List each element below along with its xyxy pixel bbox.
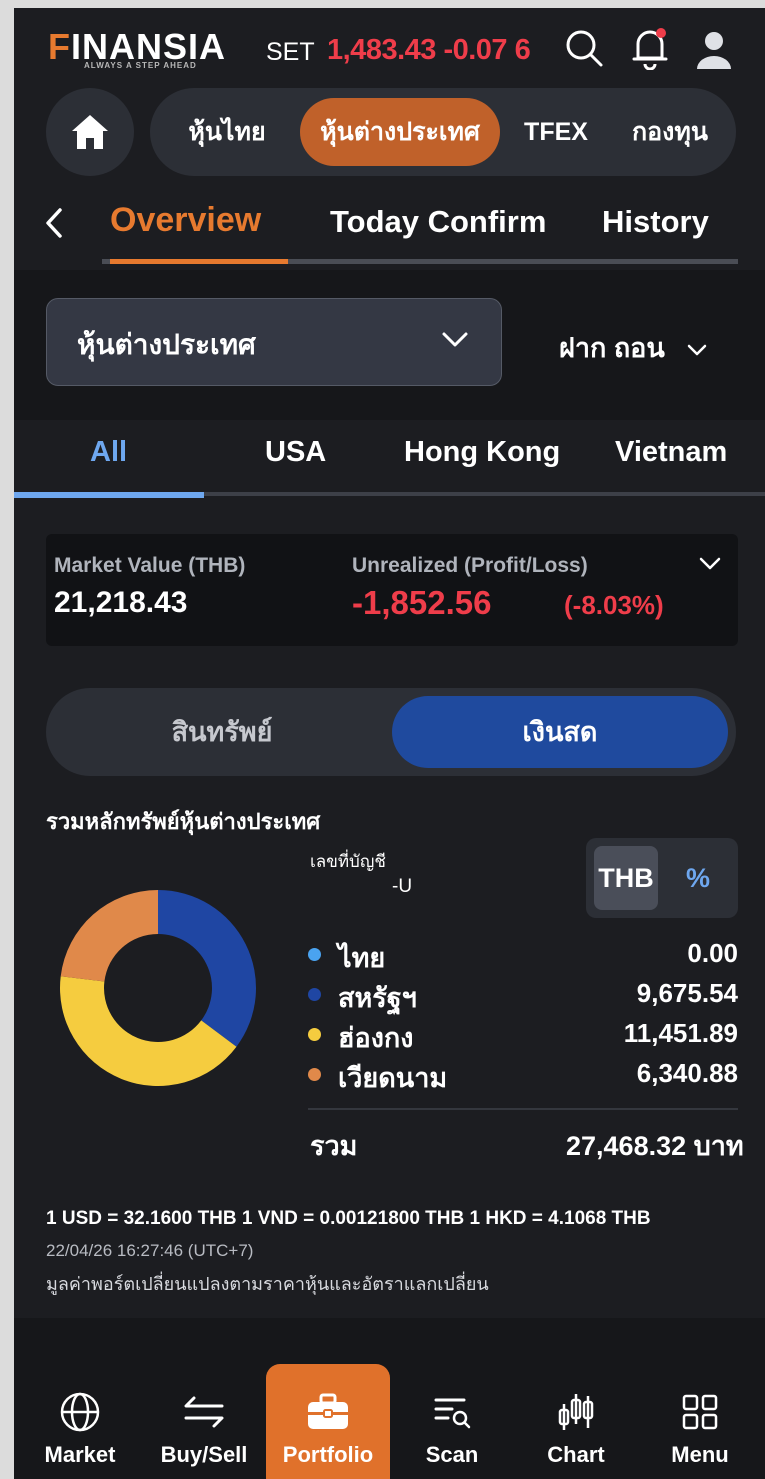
legend-color-dot <box>308 988 321 1001</box>
tab-tfex[interactable]: TFEX <box>512 98 600 166</box>
briefcase-icon <box>308 1393 348 1429</box>
expand-chevron-icon[interactable] <box>698 556 722 572</box>
unrealized-label: Unrealized (Profit/Loss) <box>352 554 588 577</box>
candlestick-icon <box>558 1394 594 1430</box>
chevron-down-icon <box>688 344 707 356</box>
nav-chart[interactable]: Chart <box>514 1376 638 1479</box>
nav-scan[interactable]: Scan <box>390 1376 514 1479</box>
legend-label: ฮ่องกง <box>338 1023 414 1053</box>
assets-option[interactable]: สินทรัพย์ <box>54 696 390 768</box>
nav-menu[interactable]: Menu <box>638 1376 762 1479</box>
legend-value: 6,340.88 <box>636 1058 738 1088</box>
legend-color-dot <box>308 1028 321 1041</box>
index-label: SET <box>266 38 315 66</box>
legend-divider <box>308 1108 738 1110</box>
account-number-value: -U <box>392 876 413 897</box>
tab-funds[interactable]: กองทุน <box>620 98 720 166</box>
bottom-navigation: Market Buy/Sell Portfolio Scan Chart Men… <box>14 1318 765 1479</box>
region-tab-all[interactable]: All <box>90 436 127 469</box>
valuation-note: มูลค่าพอร์ตเปลี่ยนแปลงตามราคาหุ้นและอัตร… <box>46 1274 489 1294</box>
unit-percent-option[interactable]: % <box>666 846 730 910</box>
back-button[interactable] <box>44 203 74 243</box>
account-number-label: เลขที่บัญชี <box>310 852 386 871</box>
portfolio-title: รวมหลักทรัพย์หุ้นต่างประเทศ <box>46 809 321 834</box>
home-icon <box>72 115 108 149</box>
unrealized-percent: (-8.03%) <box>564 590 664 620</box>
legend-color-dot <box>308 948 321 961</box>
region-tab-hong-kong[interactable]: Hong Kong <box>404 436 560 469</box>
donut-slice-1 <box>158 890 256 1047</box>
donut-slice-2 <box>59 976 237 1086</box>
allocation-donut-chart <box>59 890 256 1086</box>
nav-portfolio[interactable]: Portfolio <box>266 1364 390 1479</box>
region-tab-underline-active <box>14 492 204 498</box>
legend-item: ฮ่องกง 11,451.89 <box>308 1016 738 1053</box>
account-type-dropdown[interactable]: หุ้นต่างประเทศ <box>46 298 502 386</box>
deposit-withdraw-label: ฝาก ถอน <box>559 333 665 363</box>
top-bar: FINANSIA ALWAYS A STEP AHEAD SET 1,483.4… <box>14 8 765 80</box>
total-label: รวม <box>310 1131 358 1161</box>
tab-overview[interactable]: Overview <box>110 201 261 240</box>
region-tab-usa[interactable]: USA <box>265 436 326 469</box>
nav-market-label: Market <box>44 1442 116 1467</box>
chevron-down-icon <box>442 332 468 347</box>
deposit-withdraw-button[interactable]: ฝาก ถอน <box>559 326 708 369</box>
search-icon[interactable] <box>562 26 606 70</box>
grid-icon <box>682 1394 718 1430</box>
unrealized-value: -1,852.56 <box>352 584 492 621</box>
total-value: 27,468.32 บาท <box>566 1131 744 1161</box>
asset-cash-toggle: สินทรัพย์ เงินสด <box>46 688 736 776</box>
legend-label: สหรัฐฯ <box>338 983 417 1013</box>
tab-thai-stocks[interactable]: หุ้นไทย <box>172 98 282 166</box>
legend-label: เวียดนาม <box>338 1063 448 1093</box>
index-value: 1,483.43 -0.07 6 <box>327 34 531 66</box>
summary-card: Market Value (THB) 21,218.43 Unrealized … <box>46 534 738 646</box>
tab-foreign-stocks[interactable]: หุ้นต่างประเทศ <box>300 98 500 166</box>
legend-value: 11,451.89 <box>623 1018 738 1048</box>
chevron-left-icon <box>46 208 62 238</box>
legend-value: 9,675.54 <box>636 978 738 1008</box>
account-type-label: หุ้นต่างประเทศ <box>77 329 256 360</box>
fx-rates: 1 USD = 32.1600 THB 1 VND = 0.00121800 T… <box>46 1208 651 1229</box>
logo-tagline: ALWAYS A STEP AHEAD <box>84 61 197 70</box>
unit-toggle: THB % <box>586 838 738 918</box>
home-button[interactable] <box>46 88 134 176</box>
market-value-label: Market Value (THB) <box>54 554 246 577</box>
legend-value: 0.00 <box>687 938 738 968</box>
nav-chart-label: Chart <box>547 1442 605 1467</box>
globe-icon <box>60 1392 100 1432</box>
bell-icon[interactable] <box>628 24 672 72</box>
nav-market[interactable]: Market <box>18 1376 142 1479</box>
legend-item: ไทย 0.00 <box>308 936 738 973</box>
scan-list-icon <box>434 1398 471 1429</box>
legend-color-dot <box>308 1068 321 1081</box>
nav-buy-sell[interactable]: Buy/Sell <box>142 1376 266 1479</box>
nav-scan-label: Scan <box>425 1442 479 1467</box>
market-value: 21,218.43 <box>54 586 188 619</box>
nav-portfolio-label: Portfolio <box>282 1442 374 1467</box>
nav-menu-label: Menu <box>671 1442 729 1467</box>
tab-history[interactable]: History <box>602 204 709 240</box>
nav-buy-sell-label: Buy/Sell <box>160 1442 248 1467</box>
legend-item: สหรัฐฯ 9,675.54 <box>308 976 738 1013</box>
region-tab-vietnam[interactable]: Vietnam <box>615 436 727 469</box>
market-tabs: หุ้นไทย หุ้นต่างประเทศ TFEX กองทุน <box>150 88 736 176</box>
unit-thb-option[interactable]: THB <box>594 846 658 910</box>
cash-option[interactable]: เงินสด <box>392 696 728 768</box>
timestamp: 22/04/26 16:27:46 (UTC+7) <box>46 1241 254 1260</box>
donut-slice-3 <box>60 890 158 982</box>
app-screen: FINANSIA ALWAYS A STEP AHEAD SET 1,483.4… <box>14 8 765 1479</box>
legend-item: เวียดนาม 6,340.88 <box>308 1056 738 1093</box>
legend-label: ไทย <box>338 943 386 973</box>
user-avatar-icon[interactable] <box>694 28 734 72</box>
tab-underline-active <box>110 259 288 264</box>
swap-arrows-icon <box>184 1396 224 1428</box>
tab-today-confirm[interactable]: Today Confirm <box>330 204 546 240</box>
